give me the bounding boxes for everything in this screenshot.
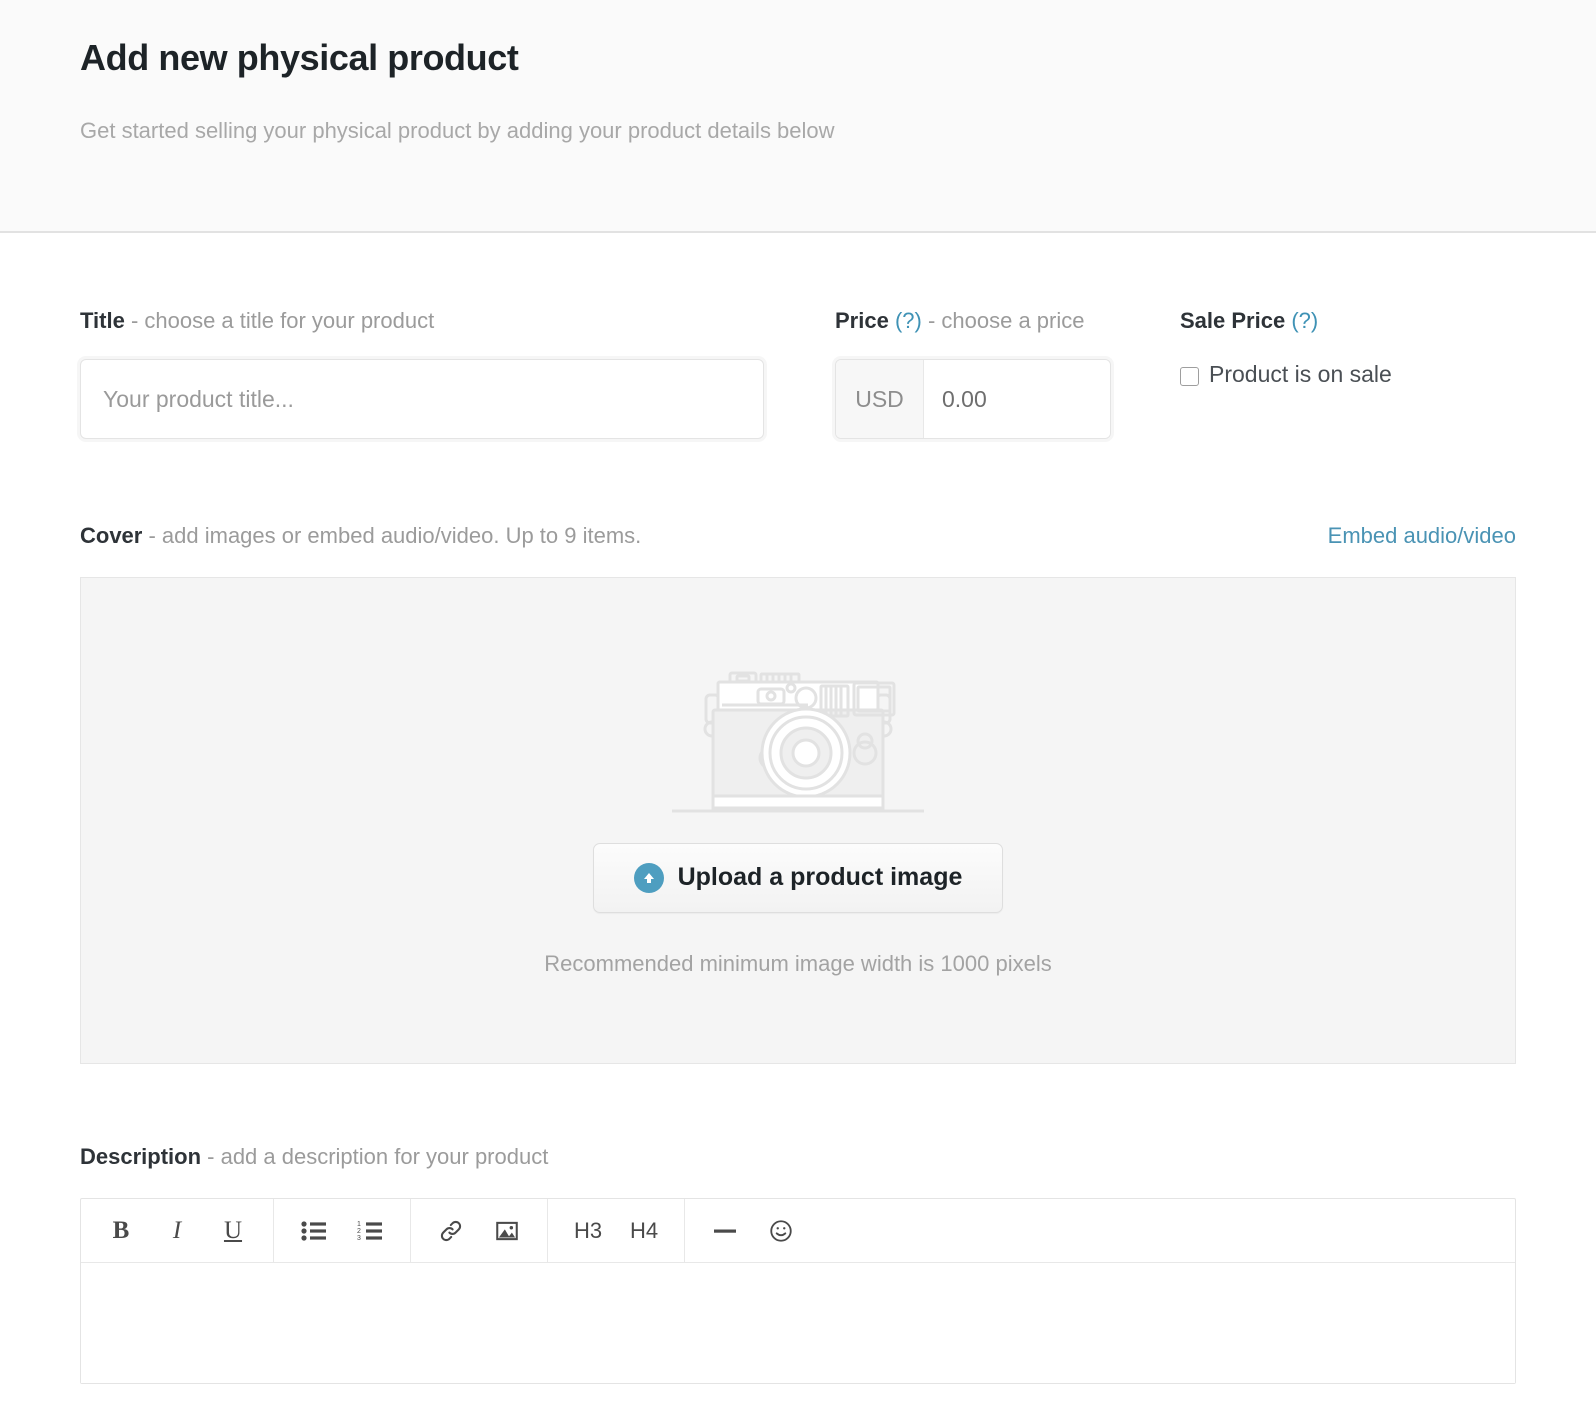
page-title: Add new physical product bbox=[80, 36, 1516, 79]
bold-icon[interactable]: B bbox=[93, 1200, 149, 1262]
description-label: Description - add a description for your… bbox=[80, 1144, 1516, 1170]
product-on-sale-row[interactable]: Product is on sale bbox=[1180, 361, 1516, 389]
cover-dropzone[interactable]: Upload a product image Recommended minim… bbox=[80, 577, 1516, 1064]
h4-icon[interactable]: H4 bbox=[616, 1200, 672, 1262]
italic-icon[interactable]: I bbox=[149, 1200, 205, 1262]
price-field-group: Price (?) - choose a price USD bbox=[835, 309, 1180, 439]
upload-button-label: Upload a product image bbox=[678, 863, 963, 892]
description-label-rest: - add a description for your product bbox=[201, 1144, 548, 1169]
price-label-rest: - choose a price bbox=[922, 308, 1085, 333]
product-title-input[interactable] bbox=[80, 359, 764, 439]
title-field-label: Title - choose a title for your product bbox=[80, 309, 835, 333]
sale-price-help-link[interactable]: (?) bbox=[1291, 308, 1318, 333]
page-body: Title - choose a title for your product … bbox=[0, 233, 1596, 1384]
sale-price-field-group: Sale Price (?) Product is on sale bbox=[1180, 309, 1516, 389]
link-icon[interactable] bbox=[423, 1200, 479, 1262]
toolbar-group-misc bbox=[685, 1199, 821, 1262]
toolbar-group-formatting: B I U bbox=[81, 1199, 274, 1262]
underline-icon[interactable]: U bbox=[205, 1200, 261, 1262]
price-help-link[interactable]: (?) bbox=[895, 308, 922, 333]
upload-product-image-button[interactable]: Upload a product image bbox=[593, 843, 1004, 913]
camera-illustration-icon bbox=[658, 665, 938, 815]
product-on-sale-checkbox[interactable] bbox=[1180, 367, 1199, 386]
toolbar-group-lists: 1 2 3 bbox=[274, 1199, 411, 1262]
price-field-label: Price (?) - choose a price bbox=[835, 309, 1180, 333]
cover-label-bold: Cover bbox=[80, 523, 142, 548]
upload-arrow-icon bbox=[634, 863, 664, 893]
page-header: Add new physical product Get started sel… bbox=[0, 0, 1596, 233]
title-label-bold: Title bbox=[80, 308, 125, 333]
numbered-list-icon[interactable]: 1 2 3 bbox=[342, 1200, 398, 1262]
cover-header-row: Cover - add images or embed audio/video.… bbox=[80, 523, 1516, 549]
sale-price-field-label: Sale Price (?) bbox=[1180, 309, 1516, 333]
toolbar-group-headings: H3 H4 bbox=[548, 1199, 685, 1262]
page-subtitle: Get started selling your physical produc… bbox=[80, 117, 1516, 146]
cover-label: Cover - add images or embed audio/video.… bbox=[80, 523, 641, 549]
description-editor-body[interactable] bbox=[81, 1263, 1515, 1383]
currency-prefix: USD bbox=[836, 360, 924, 438]
bullet-list-icon[interactable] bbox=[286, 1200, 342, 1262]
product-fields-row: Title - choose a title for your product … bbox=[80, 233, 1516, 439]
price-input[interactable] bbox=[924, 360, 1111, 438]
cover-label-rest: - add images or embed audio/video. Up to… bbox=[142, 523, 641, 548]
title-field-group: Title - choose a title for your product bbox=[80, 309, 835, 439]
title-label-rest: - choose a title for your product bbox=[125, 308, 434, 333]
svg-text:2: 2 bbox=[357, 1228, 361, 1235]
emoji-icon[interactable] bbox=[753, 1200, 809, 1262]
embed-audio-video-link[interactable]: Embed audio/video bbox=[1328, 523, 1516, 549]
sale-price-label-bold: Sale Price bbox=[1180, 308, 1285, 333]
price-label-bold: Price bbox=[835, 308, 889, 333]
svg-text:3: 3 bbox=[357, 1235, 361, 1242]
add-product-page: Add new physical product Get started sel… bbox=[0, 0, 1596, 1420]
product-on-sale-label: Product is on sale bbox=[1209, 361, 1392, 389]
description-editor: B I U bbox=[80, 1198, 1516, 1384]
horizontal-rule-icon[interactable] bbox=[697, 1200, 753, 1262]
svg-text:1: 1 bbox=[357, 1221, 361, 1228]
description-section: Description - add a description for your… bbox=[80, 1064, 1516, 1384]
description-label-bold: Description bbox=[80, 1144, 201, 1169]
image-icon[interactable] bbox=[479, 1200, 535, 1262]
toolbar-group-insert bbox=[411, 1199, 548, 1262]
cover-section: Cover - add images or embed audio/video.… bbox=[80, 439, 1516, 1064]
dropzone-hint-text: Recommended minimum image width is 1000 … bbox=[544, 951, 1051, 977]
price-input-group: USD bbox=[835, 359, 1111, 439]
h3-icon[interactable]: H3 bbox=[560, 1200, 616, 1262]
editor-toolbar: B I U bbox=[81, 1199, 1515, 1263]
